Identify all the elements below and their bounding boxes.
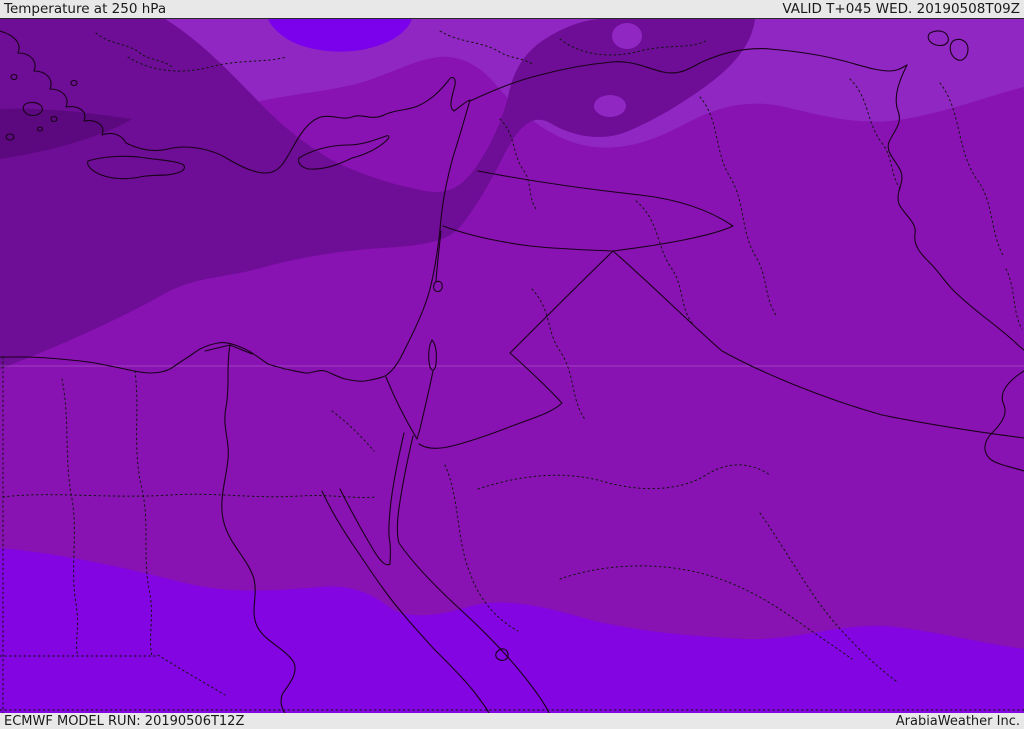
model-run-label: ECMWF MODEL RUN: 20190506T12Z [4,713,245,729]
header-bar: Temperature at 250 hPa VALID T+045 WED. … [0,0,1024,19]
footer-bar: ECMWF MODEL RUN: 20190506T12Z ArabiaWeat… [0,713,1024,729]
credit-label: ArabiaWeather Inc. [895,713,1020,729]
temperature-map-canvas [0,19,1024,713]
map-title: Temperature at 250 hPa [4,1,167,17]
temp-band-mild-hole [594,95,626,117]
valid-time-label: VALID T+045 WED. 20190508T09Z [782,1,1020,17]
temperature-map [0,19,1024,713]
temp-band-mild-hole [612,23,642,49]
